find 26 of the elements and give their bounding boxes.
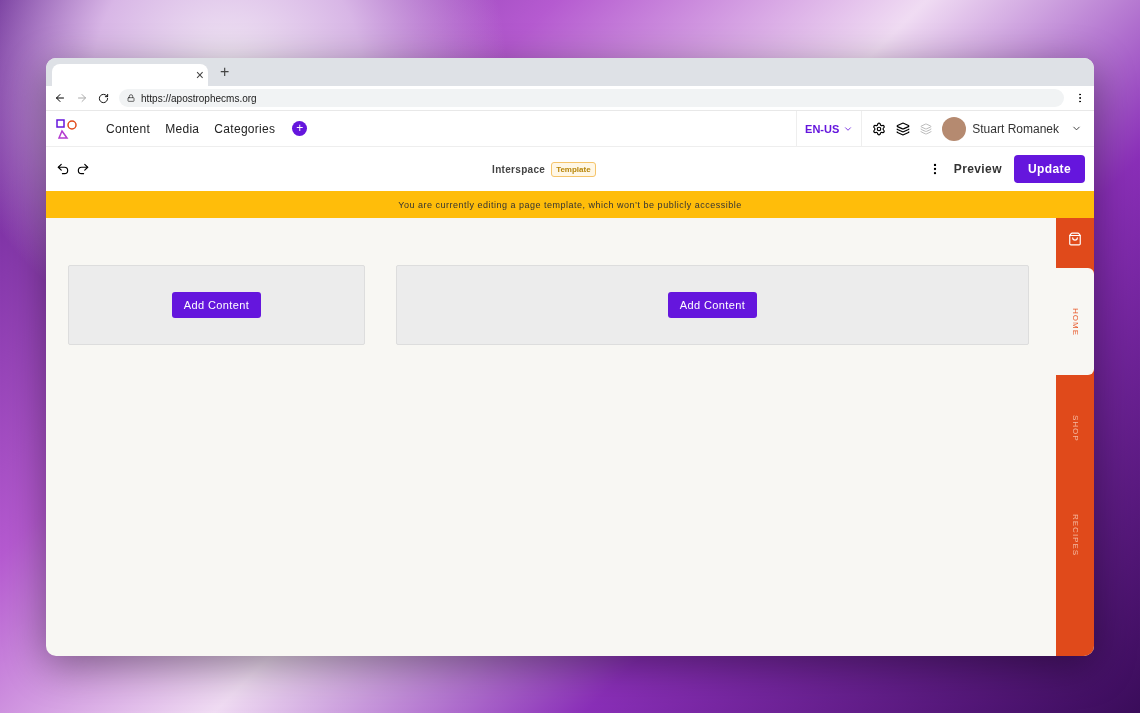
template-warning-banner: You are currently editing a page template, which won’t be publicly accessible <box>46 191 1094 218</box>
add-content-button[interactable]: Add Content <box>667 292 758 318</box>
preview-button[interactable]: Preview <box>947 161 1008 177</box>
nav-link[interactable]: Media <box>165 121 200 136</box>
page-title: Interspace <box>492 163 546 175</box>
browser-tab[interactable]: × <box>52 64 208 86</box>
shapes-logo-icon[interactable] <box>56 118 78 139</box>
nav-link[interactable]: Content <box>106 121 151 136</box>
tab-close-button[interactable]: × <box>195 67 204 83</box>
address-bar[interactable]: https://apostrophecms.org <box>119 89 1064 107</box>
reload-icon[interactable] <box>98 92 109 104</box>
settings-icon[interactable] <box>872 121 887 136</box>
template-badge: Template <box>551 161 596 177</box>
back-icon[interactable] <box>54 92 66 104</box>
add-content-button[interactable]: Add Content <box>171 292 262 318</box>
locale-dropdown[interactable]: EN-US <box>796 111 863 146</box>
avatar <box>942 116 967 141</box>
new-tab-button[interactable]: + <box>220 63 230 81</box>
user-menu[interactable]: Stuart Romanek <box>966 121 1094 136</box>
update-button[interactable]: Update <box>1013 155 1085 183</box>
shopping-bag-icon[interactable] <box>1068 232 1082 246</box>
lock-icon <box>127 94 135 102</box>
redo-icon[interactable] <box>76 162 90 176</box>
add-button[interactable]: + <box>292 121 308 136</box>
undo-icon[interactable] <box>56 162 70 176</box>
nav-link[interactable]: Categories <box>214 121 276 136</box>
